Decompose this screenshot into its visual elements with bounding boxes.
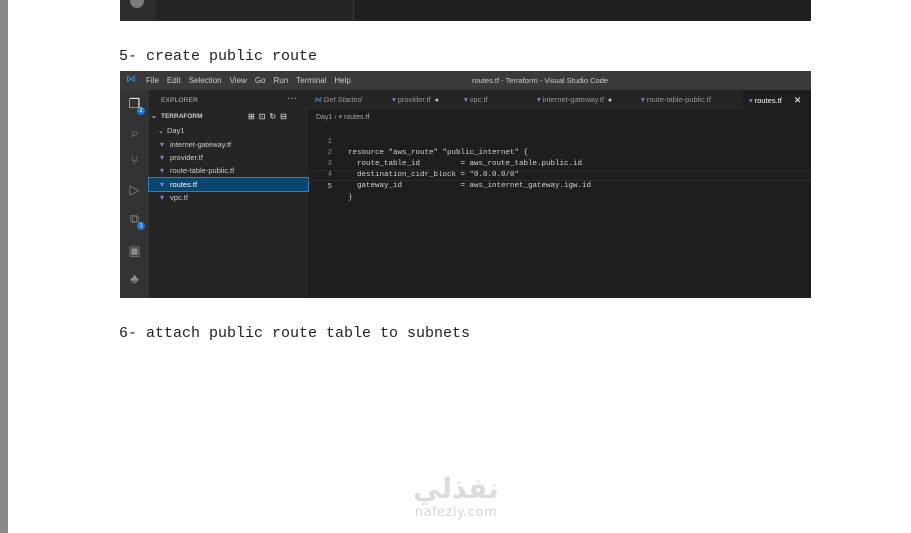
file-item[interactable]: ▾ provider.tf xyxy=(149,151,308,164)
terraform-file-icon: ▾ xyxy=(160,193,165,202)
run-debug-icon[interactable]: ▷ xyxy=(127,182,142,197)
modified-dot-icon: ● xyxy=(607,97,613,104)
step-5-heading: 5- create public route xyxy=(119,48,318,65)
tab-label: internet-gateway.tf xyxy=(542,95,604,104)
terraform-file-icon: ▾ xyxy=(160,153,165,162)
code-line-current: 5 } xyxy=(308,170,811,202)
step-6-heading: 6- attach public route table to subnets xyxy=(119,325,471,342)
window-title: routes.tf - Terraform - Visual Studio Co… xyxy=(472,76,609,85)
terraform-file-icon: ▾ xyxy=(464,95,468,104)
explorer-badge: 2 xyxy=(137,107,145,115)
more-actions-icon[interactable]: ··· xyxy=(287,93,297,104)
divider xyxy=(353,0,354,21)
remote-explorer-icon[interactable]: ▣ xyxy=(127,243,142,258)
terraform-file-icon: ▾ xyxy=(160,166,165,175)
file-item-selected[interactable]: ▾ routes.tf xyxy=(148,177,309,192)
folder-label: Day1 xyxy=(167,126,185,135)
project-actions: ⊞ ⊡ ↻ ⊟ xyxy=(248,112,287,121)
new-folder-icon[interactable]: ⊡ xyxy=(259,112,266,121)
tab-label: provider.tf xyxy=(397,95,431,104)
file-item[interactable]: ▾ route-table-public.tf xyxy=(149,164,308,177)
chevron-down-icon: ⌄ xyxy=(158,128,164,135)
terraform-file-icon: ▾ xyxy=(160,140,165,149)
watermark-site: nafezly.com xyxy=(414,505,498,520)
activity-bar: ❐ 2 ⌕ ⑂ ▷ ⧉ 1 ▣ ♣ xyxy=(120,90,149,298)
menu-run[interactable]: Run xyxy=(273,76,288,85)
file-label: internet-gateway.tf xyxy=(170,140,232,149)
terraform-file-icon: ▾ xyxy=(160,180,165,189)
terraform-file-icon: ▾ xyxy=(749,96,753,105)
menu-edit[interactable]: Edit xyxy=(167,76,181,85)
close-icon[interactable]: ✕ xyxy=(794,95,802,105)
tab-label: route-table-public.tf xyxy=(646,95,711,104)
watermark: نفذلي nafezly.com xyxy=(396,472,516,520)
menu-help[interactable]: Help xyxy=(334,76,350,85)
page-edge xyxy=(0,0,8,533)
tab-label: Get Started xyxy=(323,95,362,104)
code-text: gateway_id = aws_internet_gateway.igw.id xyxy=(348,182,592,190)
menu-bar: File Edit Selection View Go Run Terminal… xyxy=(146,76,351,85)
file-label: provider.tf xyxy=(170,153,203,162)
vscode-window: ⋈ File Edit Selection View Go Run Termin… xyxy=(120,71,811,298)
menu-go[interactable]: Go xyxy=(255,76,266,85)
source-control-icon[interactable]: ⑂ xyxy=(127,153,142,168)
tab-vpc[interactable]: ▾ vpc.tf xyxy=(458,90,531,110)
editor-tabs: ⋈ Get Started ▾ provider.tf ● ▾ vpc.tf ▾ inte… xyxy=(308,90,811,110)
terraform-file-icon: ▾ xyxy=(641,95,645,104)
activity-bar xyxy=(120,0,156,21)
code-line: 1 resource "aws_route" "public_internet"… xyxy=(308,126,811,157)
previous-screenshot-crop xyxy=(120,0,811,21)
file-label: vpc.tf xyxy=(170,193,188,202)
tab-internet-gateway[interactable]: ▾ internet-gateway.tf ● xyxy=(531,90,635,110)
tab-get-started[interactable]: ⋈ Get Started xyxy=(308,90,386,110)
terraform-file-icon: ▾ xyxy=(537,95,541,104)
search-icon[interactable]: ⌕ xyxy=(127,125,142,140)
modified-dot-icon: ● xyxy=(434,97,439,104)
breadcrumb-folder[interactable]: Day1 xyxy=(316,114,332,121)
menu-view[interactable]: View xyxy=(230,76,247,85)
extensions-badge: 1 xyxy=(137,222,145,230)
refresh-icon[interactable]: ↻ xyxy=(269,112,276,121)
file-label: route-table-public.tf xyxy=(170,166,235,175)
explorer-header: EXPLORER xyxy=(161,97,199,104)
breadcrumb: Day1 › ▾ routes.tf xyxy=(316,113,369,121)
tab-label: vpc.tf xyxy=(469,95,488,104)
vscode-logo-icon: ⋈ xyxy=(314,95,322,104)
tab-routes[interactable]: ▾ routes.tf ✕ xyxy=(743,90,811,110)
project-name: TERRAFORM xyxy=(161,113,203,120)
sidebar xyxy=(156,0,353,21)
line-number: 5 xyxy=(327,183,332,191)
title-bar: ⋈ File Edit Selection View Go Run Termin… xyxy=(120,71,811,90)
menu-terminal[interactable]: Terminal xyxy=(296,76,326,85)
menu-selection[interactable]: Selection xyxy=(189,76,222,85)
python-icon[interactable]: ♣ xyxy=(127,271,142,286)
collapse-all-icon[interactable]: ⊟ xyxy=(280,112,287,121)
terraform-file-icon: ▾ xyxy=(338,114,343,121)
project-header[interactable]: ⌄ TERRAFORM ⊞ ⊡ ↻ ⊟ xyxy=(151,112,308,123)
explorer-panel: EXPLORER ··· ⌄ TERRAFORM ⊞ ⊡ ↻ ⊟ ⌄ Day1 ▾… xyxy=(148,90,309,298)
vscode-logo-icon: ⋈ xyxy=(126,74,136,85)
tab-provider[interactable]: ▾ provider.tf ● xyxy=(386,90,458,110)
python-icon xyxy=(130,0,144,8)
file-item[interactable]: ▾ vpc.tf xyxy=(149,191,308,204)
folder-day1[interactable]: ⌄ Day1 xyxy=(158,126,185,135)
terraform-file-icon: ▾ xyxy=(392,95,396,104)
file-item[interactable]: ▾ internet-gateway.tf xyxy=(149,138,308,151)
breadcrumb-file[interactable]: routes.tf xyxy=(344,114,369,121)
code-editor[interactable]: 1 resource "aws_route" "public_internet"… xyxy=(308,124,811,298)
tab-route-table-public[interactable]: ▾ route-table-public.tf xyxy=(635,90,743,110)
file-label: routes.tf xyxy=(170,180,198,189)
code-line: 2 route_table_id = aws_route_table.publi… xyxy=(308,137,811,168)
new-file-icon[interactable]: ⊞ xyxy=(248,112,255,121)
code-text: } xyxy=(348,194,353,202)
tab-label: routes.tf xyxy=(754,96,782,105)
menu-file[interactable]: File xyxy=(146,76,159,85)
chevron-down-icon: ⌄ xyxy=(151,113,157,120)
watermark-logo: نفذلي xyxy=(413,472,499,505)
code-line: 4 gateway_id = aws_internet_gateway.igw.… xyxy=(308,159,811,190)
code-line: 3 destination_cidr_block = "0.0.0.0/0" xyxy=(308,148,811,179)
